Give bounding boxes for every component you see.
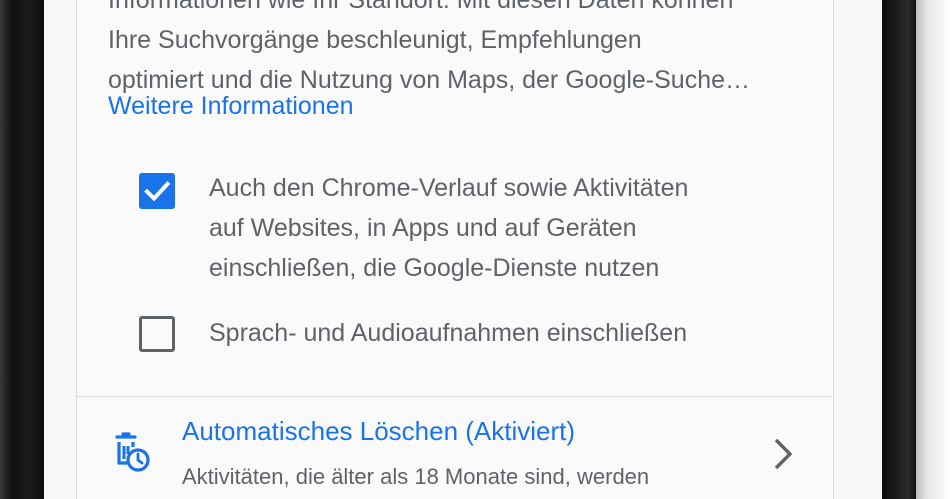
- activity-description: Informationen wie Ihr Standort. Mit dies…: [108, 0, 820, 100]
- description-line: Informationen wie Ihr Standort. Mit dies…: [108, 0, 734, 14]
- voice-audio-label: Sprach- und Audioaufnahmen einschließen: [209, 319, 688, 347]
- checkmark-icon: [144, 181, 171, 202]
- chrome-history-label-line: Auch den Chrome-Verlauf sowie Aktivitäte…: [209, 174, 689, 202]
- auto-delete-title: Automatisches Löschen (Aktiviert): [182, 416, 576, 446]
- more-info-link[interactable]: Weitere Informationen: [108, 92, 354, 121]
- device-shadow: [916, 0, 950, 499]
- chrome-history-checkbox[interactable]: [139, 173, 175, 209]
- chrome-history-label-line: einschließen, die Google-Dienste nutzen: [209, 254, 660, 282]
- chevron-right-icon: [774, 438, 793, 470]
- chrome-history-label-line: auf Websites, in Apps und auf Geräten: [209, 214, 637, 242]
- device-frame-right: [882, 0, 916, 499]
- voice-audio-checkbox[interactable]: [139, 316, 175, 352]
- divider: [77, 396, 832, 397]
- auto-delete-icon: [115, 432, 150, 472]
- auto-delete-subtitle: Aktivitäten, die älter als 18 Monate sin…: [182, 464, 650, 489]
- description-line: Ihre Suchvorgänge beschleunigt, Empfehlu…: [108, 26, 642, 54]
- device-frame-left: [0, 0, 44, 499]
